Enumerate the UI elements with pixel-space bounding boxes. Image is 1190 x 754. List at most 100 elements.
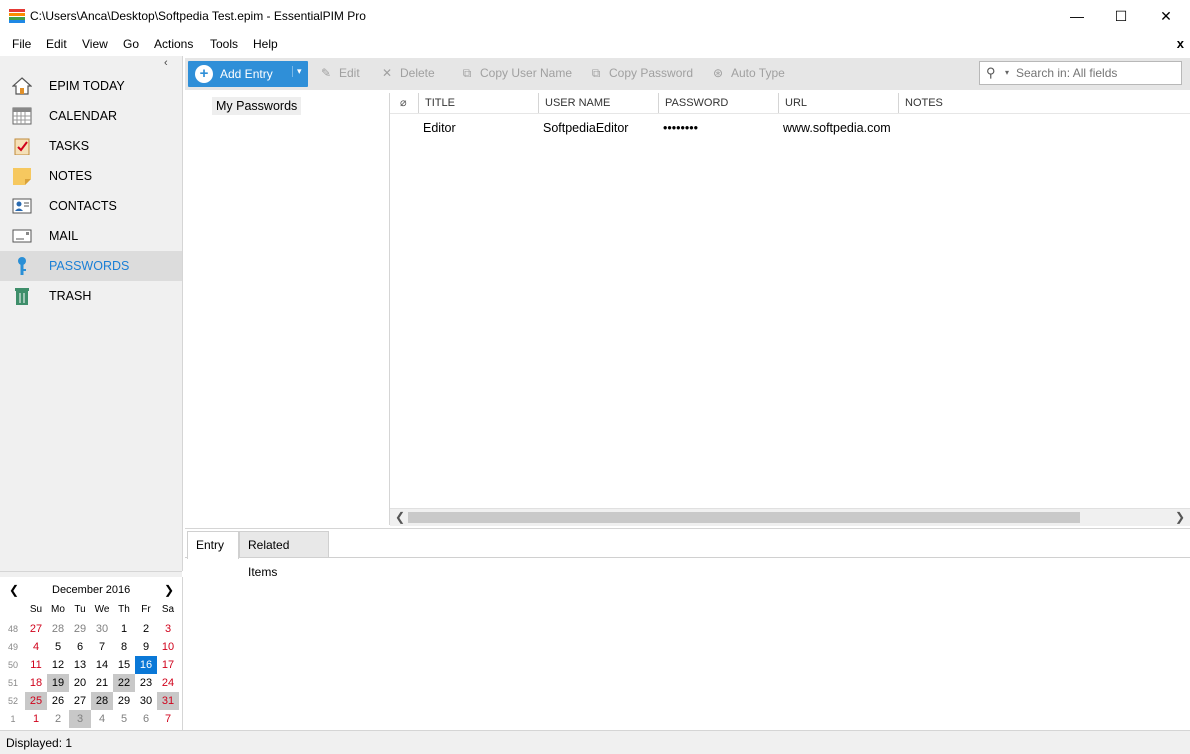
copy-icon: ⧉ <box>462 66 472 80</box>
calendar-day[interactable]: 9 <box>135 638 157 656</box>
calendar-day[interactable]: 27 <box>69 692 91 710</box>
column-notes[interactable]: NOTES <box>898 93 1018 113</box>
calendar-day[interactable]: 4 <box>25 638 47 656</box>
collapse-sidebar-button[interactable]: ‹ <box>164 57 168 69</box>
menu-tools[interactable]: Tools <box>210 37 238 51</box>
delete-label: Delete <box>400 66 435 80</box>
menu-edit[interactable]: Edit <box>46 37 67 51</box>
calendar-day[interactable]: 21 <box>91 674 113 692</box>
attachment-icon[interactable]: ⌀ <box>400 96 407 109</box>
calendar-day[interactable]: 6 <box>69 638 91 656</box>
calendar-day[interactable]: 11 <box>25 656 47 674</box>
calendar-day[interactable]: 29 <box>69 620 91 638</box>
calendar-day[interactable]: 28 <box>91 692 113 710</box>
horizontal-scrollbar[interactable]: ❮ ❯ <box>390 508 1190 526</box>
calendar-month-title[interactable]: December 2016 <box>52 584 130 596</box>
calendar-day[interactable]: 3 <box>69 710 91 728</box>
calendar-day[interactable]: 20 <box>69 674 91 692</box>
calendar-day[interactable]: 23 <box>135 674 157 692</box>
calendar-day[interactable]: 27 <box>25 620 47 638</box>
tree-node-my-passwords[interactable]: My Passwords <box>212 97 302 115</box>
copy-user-name-button[interactable]: ⧉ Copy User Name <box>460 66 572 81</box>
tab-related-items[interactable]: Related Items <box>239 531 329 579</box>
calendar-day[interactable]: 2 <box>135 620 157 638</box>
sidebar-item-label: MAIL <box>49 229 79 243</box>
column-url[interactable]: URL <box>778 93 898 113</box>
calendar-day[interactable]: 1 <box>25 710 47 728</box>
calendar-day[interactable]: 22 <box>113 674 135 692</box>
calendar-day[interactable]: 30 <box>135 692 157 710</box>
delete-button[interactable]: ✕ Delete <box>380 66 435 80</box>
scrollbar-thumb[interactable] <box>408 512 1080 523</box>
menu-help[interactable]: Help <box>253 37 278 51</box>
edit-button[interactable]: ✎ Edit <box>319 66 360 80</box>
sidebar-item-calendar[interactable]: CALENDAR <box>0 101 182 131</box>
search-input[interactable] <box>1016 65 1176 81</box>
menu-actions[interactable]: Actions <box>154 37 193 51</box>
tab-divider <box>185 557 1190 558</box>
calendar-day[interactable]: 31 <box>157 692 179 710</box>
sidebar: EPIM TODAY CALENDAR TASKS NOTES CONTACTS… <box>0 56 183 571</box>
calendar-day[interactable]: 25 <box>25 692 47 710</box>
calendar-prev-icon[interactable]: ❮ <box>9 583 19 597</box>
calendar-week-number: 50 <box>7 660 18 670</box>
calendar-day[interactable]: 7 <box>91 638 113 656</box>
copy-icon: ⧉ <box>591 66 601 80</box>
sidebar-item-trash[interactable]: TRASH <box>0 281 182 311</box>
calendar-day[interactable]: 7 <box>157 710 179 728</box>
scroll-right-icon[interactable]: ❯ <box>1175 510 1185 524</box>
calendar-day[interactable]: 26 <box>47 692 69 710</box>
tab-entry[interactable]: Entry <box>187 531 239 559</box>
calendar-next-icon[interactable]: ❯ <box>164 583 174 597</box>
calendar-day[interactable]: 29 <box>113 692 135 710</box>
close-window-button[interactable]: ✕ <box>1143 0 1189 32</box>
maximize-button[interactable]: ☐ <box>1098 0 1144 32</box>
sidebar-item-contacts[interactable]: CONTACTS <box>0 191 182 221</box>
auto-type-button[interactable]: ⊛ Auto Type <box>711 66 785 80</box>
chevron-down-icon[interactable]: ▾ <box>292 66 302 77</box>
calendar-day[interactable]: 3 <box>157 620 179 638</box>
folder-tree: My Passwords <box>185 93 390 525</box>
mail-icon <box>12 229 32 243</box>
calendar-day[interactable]: 17 <box>157 656 179 674</box>
sidebar-item-epim-today[interactable]: EPIM TODAY <box>0 71 182 101</box>
menu-view[interactable]: View <box>82 37 108 51</box>
calendar-day[interactable]: 19 <box>47 674 69 692</box>
calendar-day[interactable]: 5 <box>47 638 69 656</box>
calendar-day[interactable]: 12 <box>47 656 69 674</box>
cell-password: •••••••• <box>663 121 699 135</box>
minimize-button[interactable]: — <box>1054 0 1100 32</box>
calendar-day[interactable]: 4 <box>91 710 113 728</box>
chevron-down-icon[interactable]: ▾ <box>1005 68 1009 77</box>
calendar-day[interactable]: 16 <box>135 656 157 674</box>
column-user-name[interactable]: USER NAME <box>538 93 658 113</box>
menu-file[interactable]: File <box>12 37 31 51</box>
calendar-day[interactable]: 24 <box>157 674 179 692</box>
calendar-day[interactable]: 1 <box>113 620 135 638</box>
search-box[interactable]: ⚲ ▾ <box>979 61 1182 85</box>
calendar-day[interactable]: 2 <box>47 710 69 728</box>
sidebar-item-mail[interactable]: MAIL <box>0 221 182 251</box>
copy-password-button[interactable]: ⧉ Copy Password <box>589 66 693 81</box>
calendar-day[interactable]: 10 <box>157 638 179 656</box>
calendar-day[interactable]: 18 <box>25 674 47 692</box>
password-list: ⌀ TITLE USER NAME PASSWORD URL NOTES Edi… <box>390 93 1190 525</box>
column-title[interactable]: TITLE <box>418 93 538 113</box>
calendar-day[interactable]: 5 <box>113 710 135 728</box>
calendar-day[interactable]: 13 <box>69 656 91 674</box>
status-bar: Displayed: 1 <box>0 730 1190 754</box>
calendar-day[interactable]: 15 <box>113 656 135 674</box>
calendar-day[interactable]: 30 <box>91 620 113 638</box>
sidebar-item-notes[interactable]: NOTES <box>0 161 182 191</box>
scroll-left-icon[interactable]: ❮ <box>395 510 405 524</box>
calendar-day[interactable]: 28 <box>47 620 69 638</box>
calendar-day[interactable]: 14 <box>91 656 113 674</box>
sidebar-item-passwords[interactable]: PASSWORDS <box>0 251 182 281</box>
sidebar-item-tasks[interactable]: TASKS <box>0 131 182 161</box>
close-document-button[interactable]: x <box>1177 36 1184 51</box>
calendar-day[interactable]: 6 <box>135 710 157 728</box>
column-password[interactable]: PASSWORD <box>658 93 778 113</box>
add-entry-button[interactable]: + Add Entry ▾ <box>188 61 308 87</box>
menu-go[interactable]: Go <box>123 37 139 51</box>
calendar-day[interactable]: 8 <box>113 638 135 656</box>
